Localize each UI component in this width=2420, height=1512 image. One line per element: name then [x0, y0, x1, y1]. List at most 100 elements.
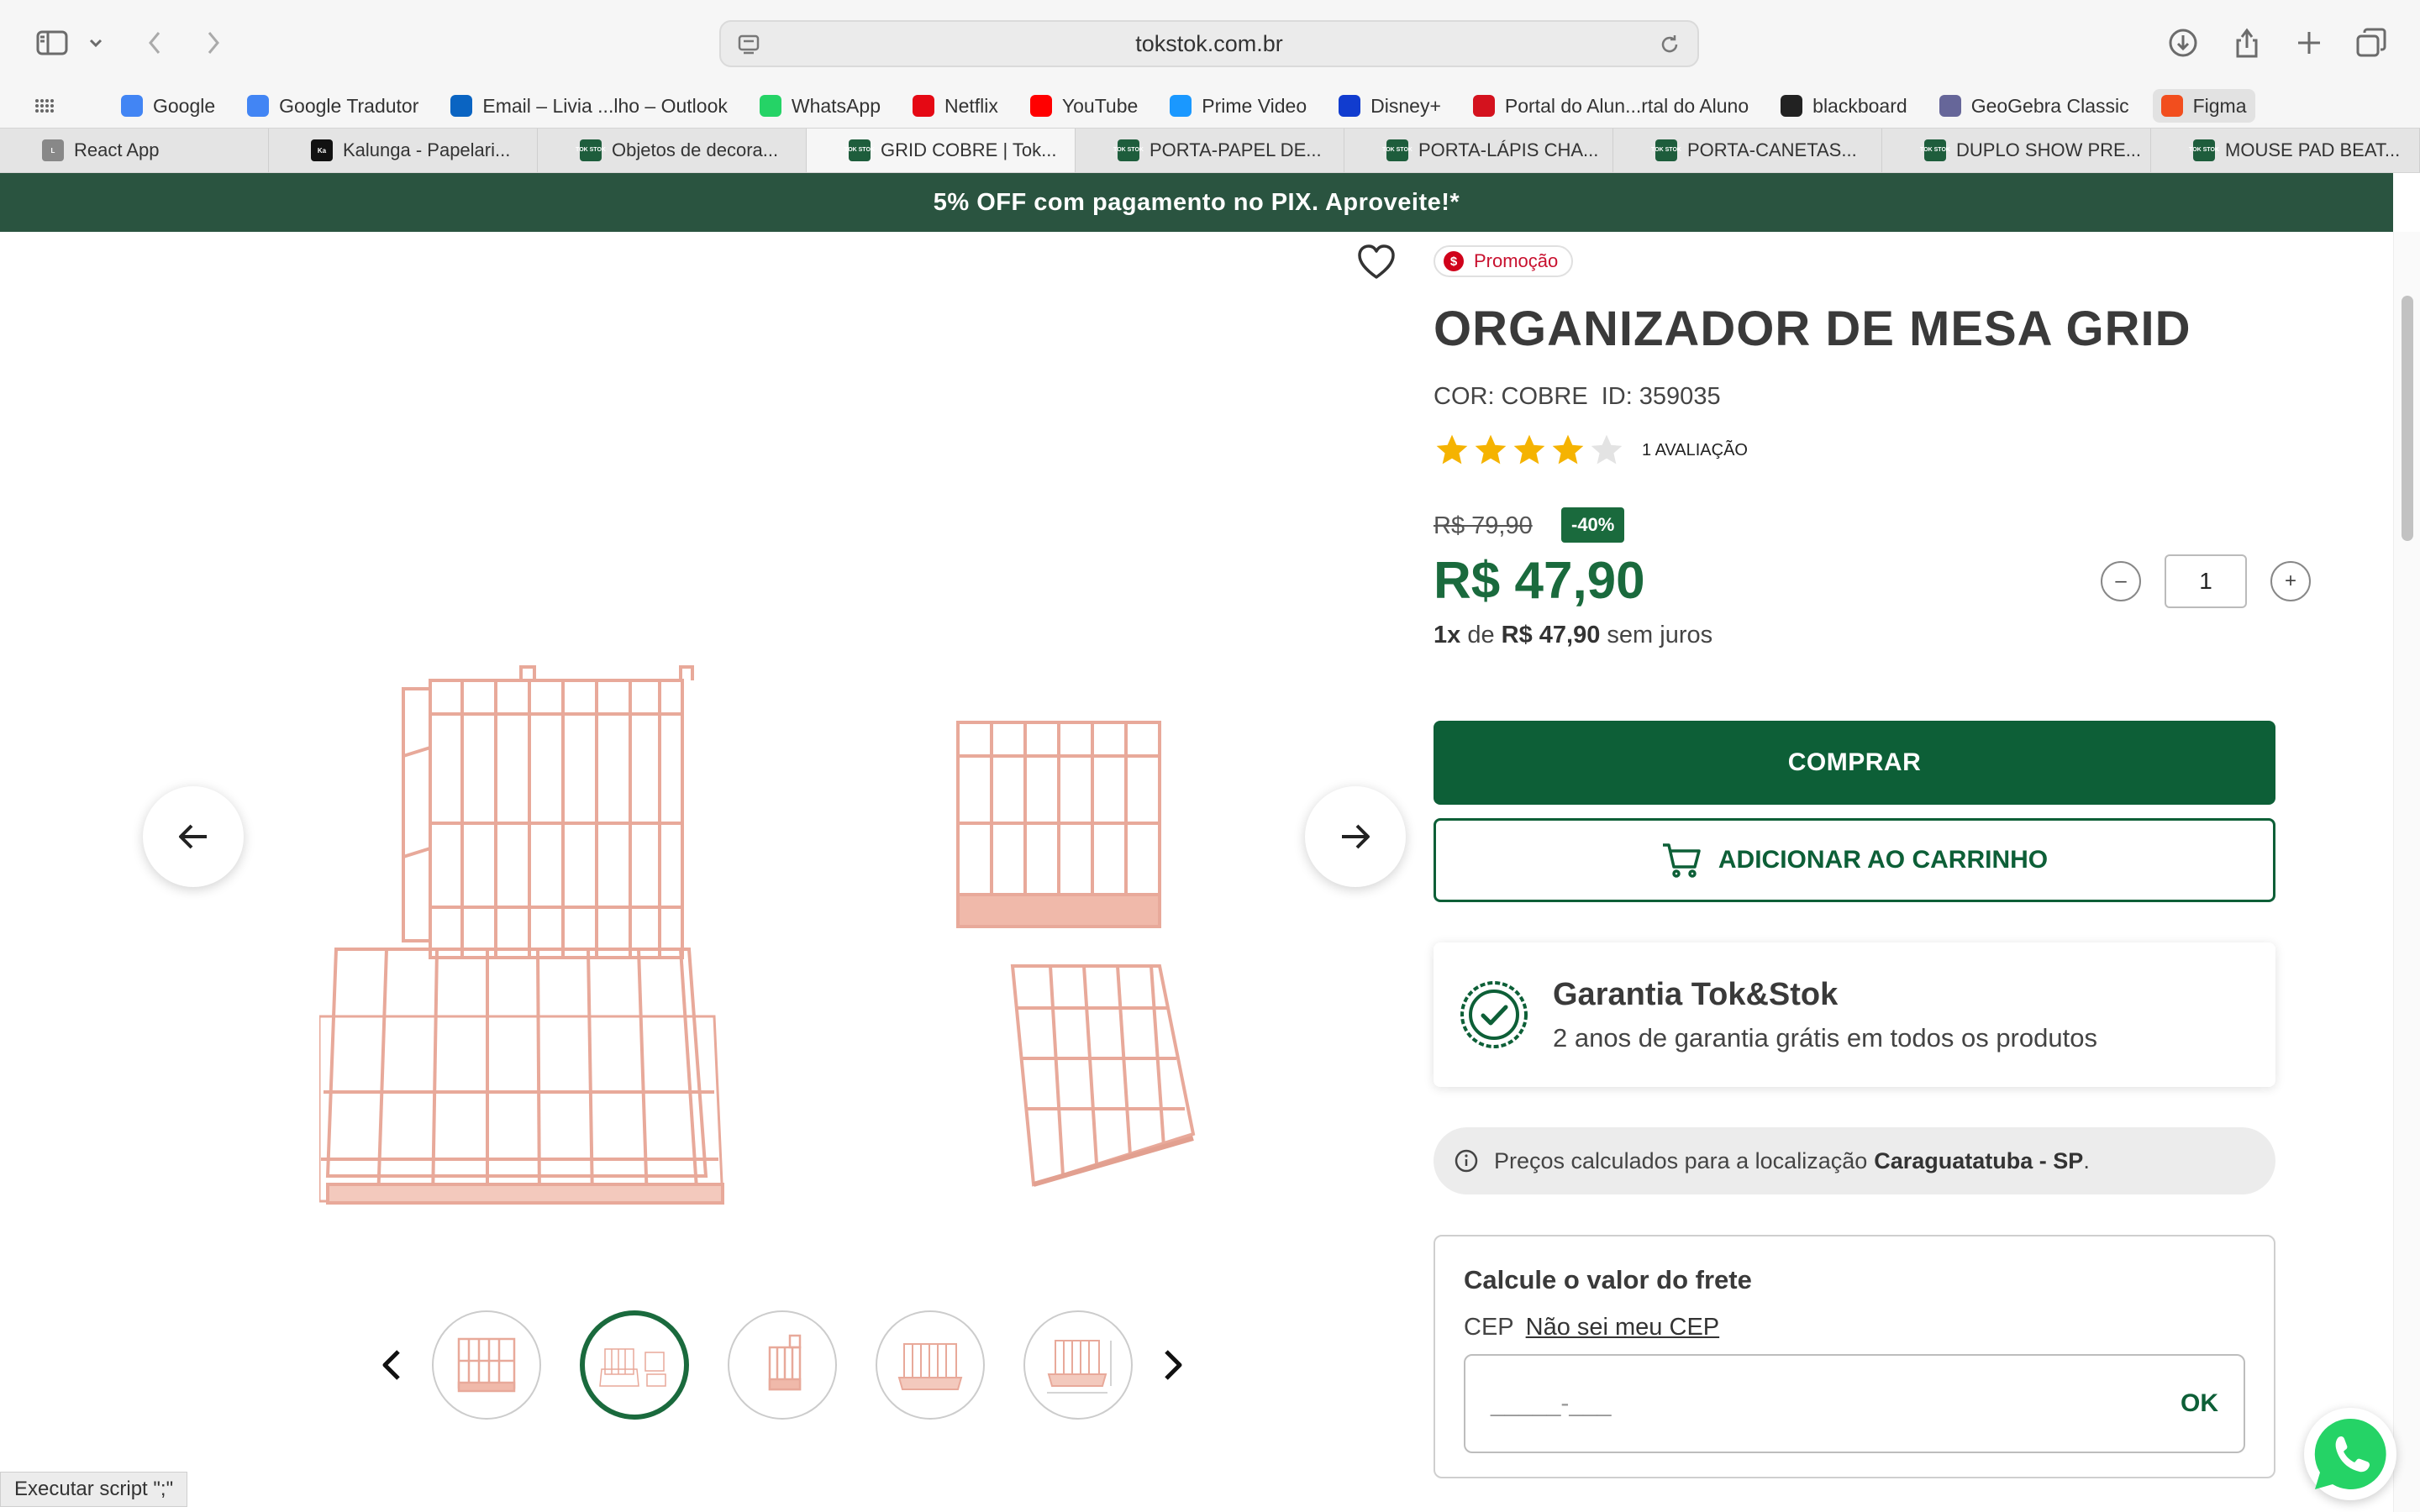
tab-label: MOUSE PAD BEAT... — [2225, 139, 2401, 160]
quantity-increase-button[interactable]: + — [2270, 561, 2311, 601]
bookmark-label: Netflix — [944, 94, 998, 117]
outlook-icon — [450, 95, 473, 117]
bookmark-figma[interactable]: Figma — [2152, 89, 2255, 123]
forward-icon[interactable] — [193, 24, 234, 62]
location-city: Caraguatatuba - SP — [1874, 1147, 2084, 1173]
geogebra-icon — [1939, 95, 1961, 117]
bookmark-label: Disney+ — [1370, 94, 1441, 117]
browser-tab[interactable]: TOK STOK GRID COBRE | Tok... — [807, 129, 1076, 172]
whatsapp-icon — [759, 95, 781, 117]
favorite-heart-icon[interactable] — [1356, 244, 1397, 281]
tab-favicon-icon: TOK STOK — [2189, 139, 2219, 161]
promo-banner[interactable]: 5% OFF com pagamento no PIX. Aproveite!* — [0, 173, 2393, 232]
tab-label: GRID COBRE | Tok... — [881, 139, 1057, 160]
bookmark-google-tradutor[interactable]: Google Tradutor — [239, 89, 427, 123]
browser-tab[interactable]: L React App — [0, 129, 269, 172]
bookmark-prime-video[interactable]: Prime Video — [1161, 89, 1315, 123]
sidebar-toggle-icon[interactable] — [32, 24, 72, 62]
browser-tab[interactable]: TOK STOK PORTA-PAPEL DE... — [1076, 129, 1344, 172]
thumbnail-2[interactable] — [580, 1310, 689, 1420]
thumbnail-1[interactable] — [432, 1310, 541, 1420]
installments-suffix: sem juros — [1607, 622, 1713, 648]
prime-video-icon — [1170, 95, 1192, 117]
warranty-title: Garantia Tok&Stok — [1553, 976, 1839, 1012]
thumbnail-4[interactable] — [876, 1310, 985, 1420]
address-bar[interactable]: tokstok.com.br — [719, 20, 1699, 67]
browser-tab[interactable]: TOK STOK PORTA-LÁPIS CHA... — [1344, 129, 1613, 172]
bookmark-label: blackboard — [1812, 94, 1907, 117]
tab-favicon-icon: L — [42, 139, 64, 161]
unknown-cep-link[interactable]: Não sei meu CEP — [1526, 1314, 1720, 1341]
page-scrollbar[interactable] — [2393, 232, 2420, 1512]
quantity-decrease-button[interactable]: – — [2101, 561, 2141, 601]
browser-tab[interactable]: Ka Kalunga - Papelari... — [269, 129, 538, 172]
tab-overview-icon[interactable] — [2351, 24, 2391, 62]
cep-row: CEP Não sei meu CEP — [1464, 1314, 1719, 1341]
bookmark-portal-do-alun-rtal-do-aluno[interactable]: Portal do Alun...rtal do Aluno — [1465, 89, 1757, 123]
bookmark-email-livia-lho-outlook[interactable]: Email – Livia ...lho – Outlook — [442, 89, 735, 123]
gallery-next-button[interactable] — [1305, 786, 1406, 887]
chevron-down-icon[interactable] — [81, 24, 111, 62]
tab-favicon-icon: TOK STOK — [1113, 139, 1144, 161]
bookmark-blackboard[interactable]: blackboard — [1772, 89, 1916, 123]
browser-tab[interactable]: TOK STOK MOUSE PAD BEAT... — [2151, 129, 2420, 172]
thumbnail-3[interactable] — [728, 1310, 837, 1420]
downloads-icon[interactable] — [2163, 24, 2203, 62]
tab-favicon-icon: TOK STOK — [576, 139, 606, 161]
rating-count[interactable]: 1 AVALIAÇÃO — [1642, 441, 1748, 460]
apps-grid-icon[interactable] — [25, 89, 62, 123]
cep-ok-button[interactable]: OK — [2181, 1389, 2218, 1418]
tab-label: PORTA-LÁPIS CHA... — [1418, 139, 1599, 160]
translate-icon — [247, 95, 270, 117]
status-bar: Executar script ";" — [0, 1472, 188, 1507]
scrollbar-thumb[interactable] — [2402, 296, 2413, 541]
add-to-cart-label: ADICIONAR AO CARRINHO — [1718, 846, 2049, 874]
back-icon[interactable] — [134, 24, 175, 62]
cep-placeholder: _____-___ — [1491, 1389, 1612, 1417]
buy-button[interactable]: COMPRAR — [1434, 721, 2275, 805]
small-upright-basket — [956, 721, 1161, 928]
browser-tab[interactable]: TOK STOK DUPLO SHOW PRE... — [1882, 129, 2151, 172]
add-to-cart-button[interactable]: ADICIONAR AO CARRINHO — [1434, 818, 2275, 902]
rating-stars[interactable]: 1 AVALIAÇÃO — [1434, 432, 1748, 469]
bookmark-disney[interactable]: Disney+ — [1330, 89, 1449, 123]
star-row — [1434, 432, 1627, 469]
tab-label: PORTA-CANETAS... — [1687, 139, 1857, 160]
installments-text: 1x de R$ 47,90 sem juros — [1434, 622, 1712, 649]
url-text: tokstok.com.br — [1135, 30, 1283, 56]
bookmark-youtube[interactable]: YouTube — [1022, 89, 1146, 123]
whatsapp-chat-button[interactable] — [2304, 1408, 2396, 1500]
quantity-input[interactable]: 1 — [2165, 554, 2247, 608]
share-icon[interactable] — [2227, 24, 2267, 62]
new-tab-icon[interactable] — [2289, 24, 2329, 62]
thumbnails-next-button[interactable] — [1158, 1340, 1188, 1390]
thumbnails-prev-button[interactable] — [376, 1340, 407, 1390]
reload-icon[interactable] — [1657, 32, 1682, 63]
warranty-subtitle: 2 anos de garantia grátis em todos os pr… — [1553, 1022, 2097, 1053]
bookmark-label: Figma — [2192, 94, 2247, 117]
browser-tab[interactable]: TOK STOK Objetos de decora... — [538, 129, 807, 172]
location-prefix: Preços calculados para a localização — [1494, 1147, 1868, 1173]
current-price: R$ 47,90 — [1434, 552, 1645, 610]
location-suffix: . — [2083, 1147, 2090, 1173]
info-icon — [1455, 1149, 1478, 1173]
tab-favicon-icon: TOK STOK — [844, 139, 875, 161]
promo-badge-label: Promoção — [1474, 250, 1559, 271]
star-filled-icon — [1552, 434, 1584, 465]
thumbnail-5[interactable] — [1023, 1310, 1133, 1420]
warranty-seal-icon — [1460, 981, 1528, 1048]
tab-favicon-icon: TOK STOK — [1920, 139, 1950, 161]
page-menu-icon[interactable] — [736, 32, 761, 63]
bookmark-netflix[interactable]: Netflix — [904, 89, 1007, 123]
warranty-card: Garantia Tok&Stok 2 anos de garantia grá… — [1434, 942, 2275, 1087]
bookmark-google[interactable]: Google — [113, 89, 224, 123]
bookmark-geogebra-classic[interactable]: GeoGebra Classic — [1931, 89, 2138, 123]
google-icon — [121, 95, 143, 117]
bookmark-whatsapp[interactable]: WhatsApp — [751, 89, 889, 123]
cep-input[interactable]: _____-___ OK — [1464, 1354, 2245, 1453]
product-main-image[interactable] — [318, 655, 1235, 1226]
dollar-icon: $ — [1444, 251, 1464, 271]
browser-tab[interactable]: TOK STOK PORTA-CANETAS... — [1613, 129, 1882, 172]
gallery-prev-button[interactable] — [143, 786, 244, 887]
freight-title: Calcule o valor do frete — [1464, 1265, 1752, 1294]
